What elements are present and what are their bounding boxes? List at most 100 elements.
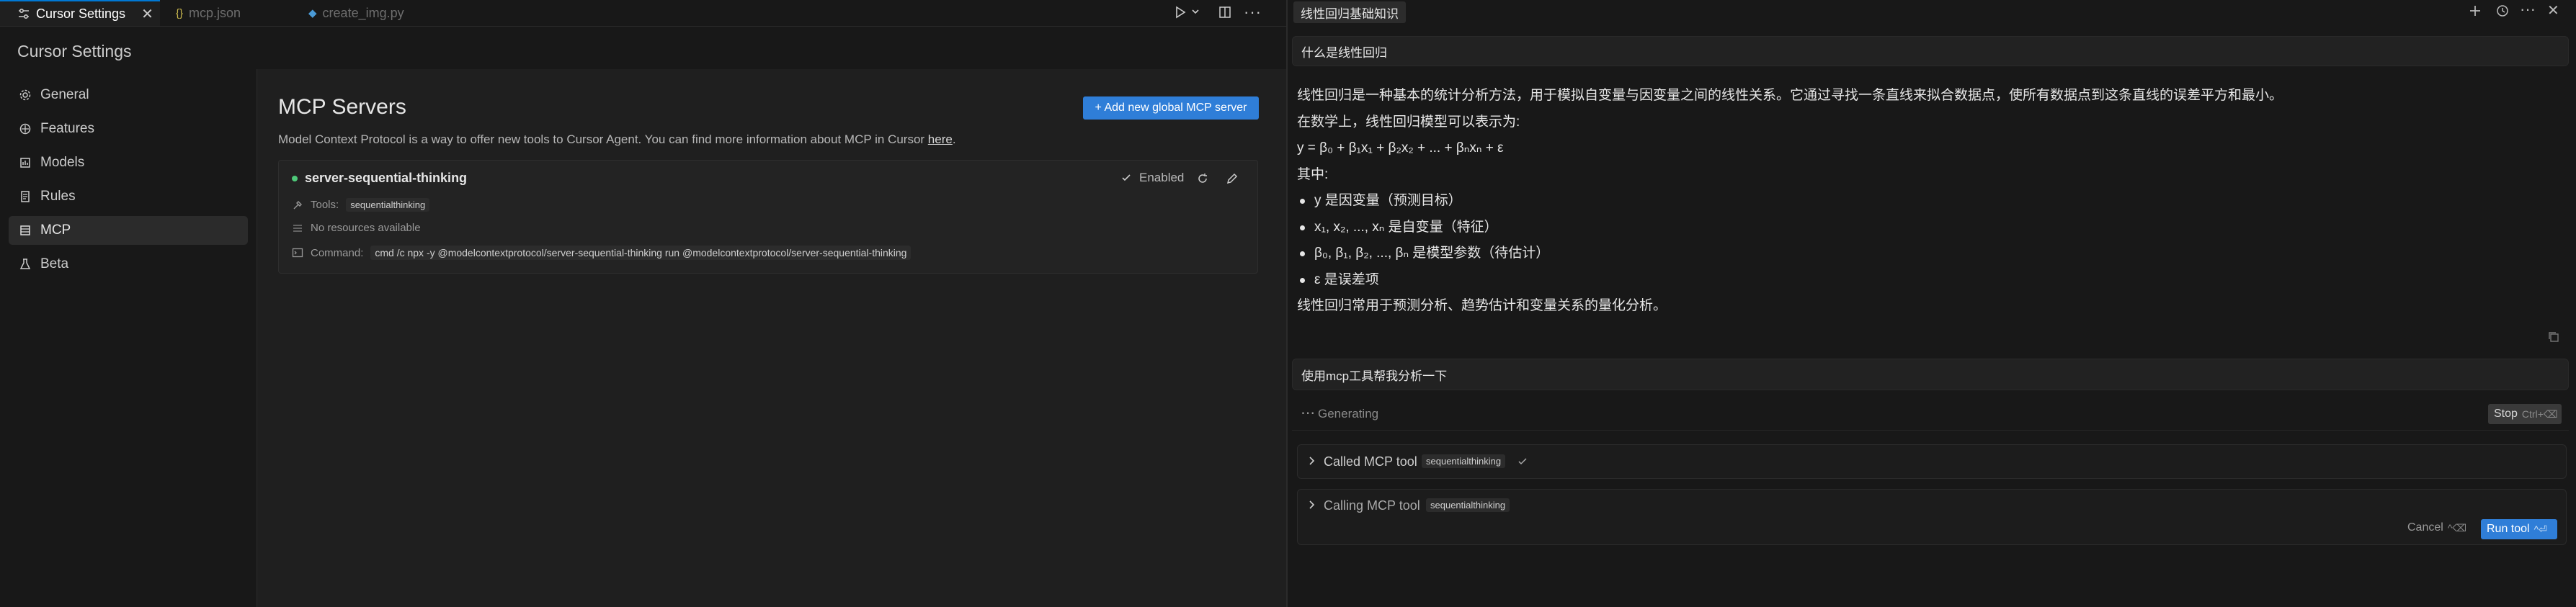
answer-bullet: y 是因变量（预测目标） (1297, 188, 2551, 215)
edit-icon[interactable] (1226, 172, 1239, 185)
page-title: MCP Servers (278, 95, 406, 119)
tab-label: mcp.json (189, 5, 241, 20)
run-icon[interactable] (1173, 5, 1187, 19)
server-header: server-sequential-thinking (292, 171, 467, 186)
chevron-right-icon (1306, 500, 1316, 510)
chat-title-tab[interactable]: 线性回归基础知识 (1293, 1, 1406, 23)
description-text: Model Context Protocol is a way to offer… (278, 132, 928, 146)
sidebar-item-beta[interactable]: Beta (9, 250, 248, 279)
tool-chip: sequentialthinking (346, 198, 430, 212)
assistant-answer: 线性回归是一种基本的统计分析方法，用于模拟自变量与因变量之间的线性关系。它通过寻… (1297, 83, 2551, 320)
tool-chip: sequentialthinking (1422, 454, 1506, 468)
tools-label: Tools: (311, 199, 339, 211)
json-braces-icon: {} (176, 6, 184, 19)
add-mcp-server-button[interactable]: + Add new global MCP server (1083, 96, 1259, 120)
tab-create-img-py[interactable]: ◆ create_img.py (308, 0, 404, 26)
mcp-server-card: server-sequential-thinking Enabled Tools… (278, 160, 1258, 274)
close-icon[interactable]: ✕ (2547, 1, 2559, 19)
sidebar-item-label: MCP (40, 222, 71, 238)
stop-label: Stop (2494, 408, 2518, 420)
answer-formula: y = β₀ + β₁x₁ + β₂x₂ + ... + βₙxₙ + ε (1297, 140, 1504, 156)
mcp-icon (19, 224, 32, 237)
user-message[interactable]: 什么是线性回归 (1292, 36, 2569, 66)
sidebar-item-label: Features (40, 121, 94, 136)
sidebar-item-models[interactable]: Models (9, 148, 248, 177)
rules-icon (19, 190, 32, 203)
answer-bullet: β₀, β₁, β₂, ..., βₙ 是模型参数（待估计） (1297, 240, 2551, 267)
user-followup-message[interactable]: 使用mcp工具帮我分析一下 (1292, 359, 2569, 390)
run-label: Run tool (2487, 523, 2530, 535)
cancel-shortcut: ^⌫ (2447, 521, 2467, 534)
tool-call-completed[interactable]: Called MCP tool sequentialthinking (1297, 444, 2567, 479)
close-icon[interactable]: ✕ (141, 5, 153, 23)
tool-call-label: Called MCP tool (1324, 454, 1417, 469)
refresh-icon[interactable] (1196, 172, 1209, 185)
more-actions-icon[interactable]: ··· (2520, 0, 2536, 19)
loading-dots-icon: ⋯ (1301, 405, 1315, 421)
generating-text: Generating (1318, 407, 1379, 421)
stop-shortcut: Ctrl+⌫ (2521, 408, 2558, 420)
history-icon[interactable] (2495, 4, 2510, 18)
user-message-text: 使用mcp工具帮我分析一下 (1301, 369, 1448, 383)
sidebar-item-label: General (40, 87, 89, 102)
sidebar-item-general[interactable]: General (9, 81, 248, 109)
settings-title: Cursor Settings (17, 42, 132, 60)
resources-text: No resources available (311, 222, 421, 234)
sidebar-item-mcp[interactable]: MCP (9, 216, 248, 245)
new-chat-icon[interactable] (2468, 4, 2482, 18)
terminal-icon (292, 247, 303, 258)
flask-icon (19, 258, 32, 271)
more-actions-icon[interactable]: ··· (1244, 3, 1262, 22)
command-label: Command: (311, 246, 364, 259)
cancel-button[interactable]: Cancel ^⌫ (2407, 521, 2466, 534)
mcp-description: Model Context Protocol is a way to offer… (278, 132, 956, 147)
description-end: . (952, 132, 956, 146)
server-name: server-sequential-thinking (305, 171, 468, 185)
features-icon (19, 122, 32, 135)
settings-sidebar: General Features Models Rules MCP Beta (0, 69, 257, 607)
answer-paragraph: 线性回归常用于预测分析、趋势估计和变量关系的量化分析。 (1297, 298, 1667, 313)
generating-status: ⋯ Generating Stop Ctrl+⌫ (1292, 398, 2569, 431)
tab-label: create_img.py (322, 5, 404, 20)
tool-call-label: Calling MCP tool (1324, 498, 1420, 513)
settings-content (257, 69, 1286, 607)
enabled-toggle[interactable]: Enabled (1120, 171, 1184, 185)
tools-icon (292, 199, 303, 211)
chevron-right-icon (1306, 456, 1316, 466)
models-icon (19, 156, 32, 169)
answer-paragraph: 线性回归是一种基本的统计分析方法，用于模拟自变量与因变量之间的线性关系。它通过寻… (1297, 88, 2283, 103)
sidebar-item-rules[interactable]: Rules (9, 182, 248, 211)
tab-label: Cursor Settings (36, 6, 126, 21)
tab-cursor-settings[interactable]: Cursor Settings ✕ (0, 0, 160, 26)
editor-tab-bar: Cursor Settings ✕ {} mcp.json ◆ create_i… (0, 0, 1286, 27)
docs-link[interactable]: here (928, 132, 953, 146)
copy-icon[interactable] (2547, 331, 2560, 343)
chevron-down-icon[interactable] (1190, 6, 1200, 17)
tools-row: Tools: sequentialthinking (292, 198, 430, 212)
resources-row: No resources available (292, 222, 421, 234)
cancel-label: Cancel (2407, 521, 2443, 534)
sidebar-item-features[interactable]: Features (9, 114, 248, 143)
tab-mcp-json[interactable]: {} mcp.json (176, 0, 241, 26)
command-row: Command: cmd /c npx -y @modelcontextprot… (292, 246, 912, 260)
sidebar-item-label: Rules (40, 189, 76, 204)
run-tool-button[interactable]: Run tool ^⏎ (2481, 519, 2557, 539)
status-dot (292, 175, 298, 181)
split-editor-icon[interactable] (1218, 5, 1232, 19)
python-file-icon: ◆ (308, 7, 317, 19)
user-message-text: 什么是线性回归 (1301, 45, 1387, 60)
command-value: cmd /c npx -y @modelcontextprotocol/serv… (370, 246, 912, 260)
gear-icon (19, 89, 32, 102)
stop-button[interactable]: Stop Ctrl+⌫ (2488, 404, 2562, 424)
answer-bullet: ε 是误差项 (1297, 267, 2551, 294)
check-icon (1120, 172, 1132, 184)
resources-icon (292, 222, 303, 234)
tool-call-pending[interactable]: Calling MCP tool sequentialthinking Canc… (1297, 489, 2567, 545)
answer-paragraph: 在数学上，线性回归模型可以表示为: (1297, 114, 1520, 130)
run-shortcut: ^⏎ (2533, 523, 2547, 535)
answer-paragraph: 其中: (1297, 166, 1329, 182)
sidebar-item-label: Beta (40, 256, 69, 271)
answer-bullet: x₁, x₂, ..., xₙ 是自变量（特征） (1297, 215, 2551, 241)
tool-chip: sequentialthinking (1426, 498, 1510, 512)
sidebar-item-label: Models (40, 155, 85, 170)
